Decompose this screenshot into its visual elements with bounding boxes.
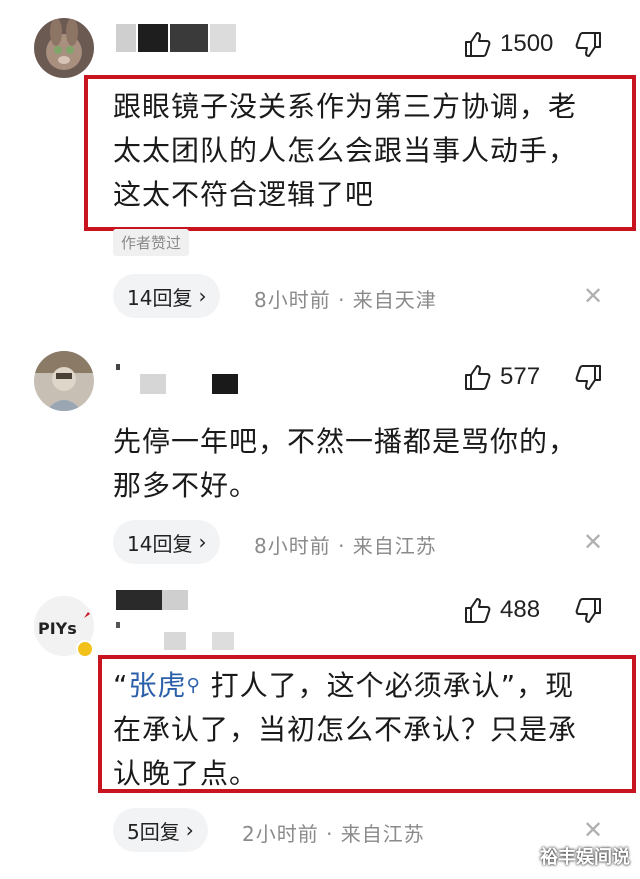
like-button[interactable]: 1500 [462,24,553,64]
comment-line: 在承认了，当初怎么不承认？只是承 [113,713,578,746]
comment-meta: 2小时前 · 来自江苏 [242,822,425,846]
replies-count: 5回复 [127,819,180,844]
svg-text:PIYs: PIYs [38,619,77,638]
close-icon[interactable]: ✕ [583,528,603,556]
verified-badge-icon [76,640,94,658]
comment-meta: 8小时前 · 来自江苏 [254,534,437,558]
comment-line: 太太团队的人怎么会跟当事人动手， [113,134,578,167]
comment-meta: 8小时前 · 来自天津 [254,288,437,312]
like-button[interactable]: 577 [462,357,540,397]
avatar[interactable] [34,351,94,411]
chevron-right-icon: › [198,530,207,554]
thumbs-down-icon[interactable] [574,363,604,393]
username-blurred[interactable] [116,590,240,650]
comment-text: “张虎⚲ 打人了，这个必须承认”，现 在承认了，当初怎么不承认？只是承 认晚了点… [113,664,577,796]
chevron-right-icon: › [185,818,194,842]
search-icon[interactable]: ⚲ [187,675,201,696]
comment-line: 认晚了点。 [113,757,259,790]
watermark: 裕丰娱间说 [540,847,630,868]
comment-text: 跟眼镜子没关系作为第三方协调，老 太太团队的人怎么会跟当事人动手， 这太不符合逻… [113,85,577,217]
thumbs-down-icon[interactable] [574,30,604,60]
thumbs-down-icon[interactable] [574,596,604,626]
quote-open: “ [113,669,129,702]
comment-line: “张虎⚲ 打人了，这个必须承认”，现 [113,664,577,708]
like-count: 577 [500,363,541,390]
chevron-right-icon: › [198,284,207,308]
comment-line: 先停一年吧，不然一播都是骂你的， [113,425,578,458]
comment-line-rest: 打人了，这个必须承认”，现 [200,669,575,702]
avatar[interactable] [34,18,94,78]
replies-count: 14回复 [127,531,193,556]
close-icon[interactable]: ✕ [583,282,603,310]
like-button[interactable]: 488 [462,590,540,630]
replies-button[interactable]: 14回复 › [113,520,221,564]
thumbs-up-icon [465,365,491,390]
thumbs-up-icon [465,32,491,57]
close-icon[interactable]: ✕ [583,816,603,844]
replies-count: 14回复 [127,285,193,310]
thumbs-up-icon [465,598,491,623]
username-blurred[interactable] [116,24,236,52]
comment-line: 那多不好。 [113,469,259,502]
author-liked-badge: 作者赞过 [113,229,190,256]
replies-button[interactable]: 14回复 › [113,274,221,318]
username-blurred[interactable] [116,364,240,394]
comment-text: 先停一年吧，不然一播都是骂你的， 那多不好。 [113,420,577,508]
comment-line: 这太不符合逻辑了吧 [113,178,375,211]
like-count: 488 [500,596,541,623]
replies-button[interactable]: 5回复 › [113,808,208,852]
comment-line: 跟眼镜子没关系作为第三方协调，老 [113,90,578,123]
like-count: 1500 [500,30,554,57]
mention-link[interactable]: 张虎 [129,669,187,702]
